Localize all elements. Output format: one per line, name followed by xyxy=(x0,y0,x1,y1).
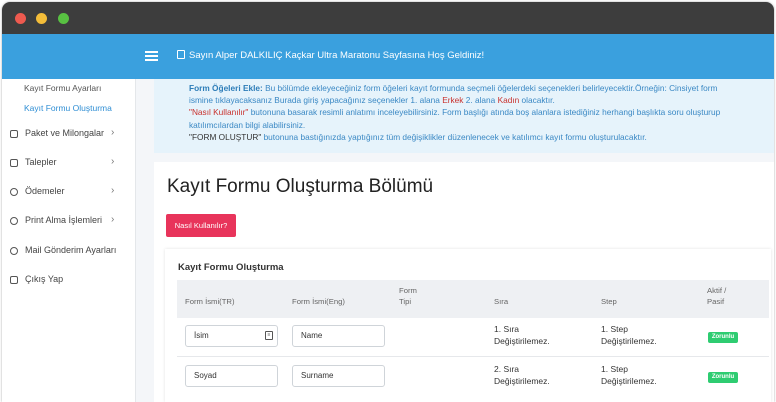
sidebar-item-print[interactable]: Print Alma İşlemleri › xyxy=(10,214,128,229)
input-value: Surname xyxy=(301,371,334,380)
info-highlight: Kadın xyxy=(497,95,520,106)
gear-icon xyxy=(10,247,18,255)
window-titlebar xyxy=(2,2,774,34)
close-window-button[interactable] xyxy=(15,13,26,24)
header-type-2: Tipi xyxy=(399,297,412,306)
header-active-2: Pasif xyxy=(707,297,725,306)
sidebar-item-label: Talepler xyxy=(25,157,57,167)
app-window: Sayın Alper DALKILIÇ Kaçkar Ultra Marato… xyxy=(2,2,774,402)
request-icon xyxy=(10,159,18,167)
sidebar-subitem-form-settings[interactable]: Kayıt Formu Ayarları xyxy=(24,83,101,93)
header-name-tr: Form İsmi(TR) xyxy=(185,297,235,306)
order-cell: 2. Sıra Değiştirilemez. xyxy=(494,364,550,387)
info-text: ismine tıklayacaksanız Burada giriş yapa… xyxy=(189,95,443,106)
globe-icon xyxy=(10,217,18,225)
header-order: Sıra xyxy=(494,297,509,306)
form-name-tr-input[interactable]: İsim ≡ xyxy=(185,325,278,347)
chevron-right-icon: › xyxy=(111,127,115,138)
order-line: 1. Sıra xyxy=(494,324,520,334)
chevron-right-icon: › xyxy=(111,185,115,196)
form-name-en-input[interactable]: Name xyxy=(292,325,385,347)
input-value: Name xyxy=(301,331,323,340)
top-header: Sayın Alper DALKILIÇ Kaçkar Ultra Marato… xyxy=(2,34,774,79)
document-icon xyxy=(177,50,185,59)
info-title: Form Öğeleri Ekle: xyxy=(189,83,263,93)
minimize-window-button[interactable] xyxy=(36,13,47,24)
main-card: Kayıt Formu Oluşturma Bölümü Nasıl Kulla… xyxy=(154,162,774,402)
chevron-right-icon: › xyxy=(111,156,115,167)
sidebar-item-label: Ödemeler xyxy=(25,186,65,196)
header-step: Step xyxy=(601,297,617,306)
input-value: İsim xyxy=(194,331,209,340)
sidebar-item-label: Çıkış Yap xyxy=(25,274,64,284)
step-line: 1. Step xyxy=(601,324,628,334)
sidebar-item-label: Mail Gönderim Ayarları xyxy=(25,245,117,255)
input-value: Soyad xyxy=(194,371,217,380)
step-note: Değiştirilemez. xyxy=(601,375,657,386)
sidebar-item-logout[interactable]: Çıkış Yap xyxy=(10,274,128,288)
sidebar-item-requests[interactable]: Talepler › xyxy=(10,156,128,171)
maximize-window-button[interactable] xyxy=(58,13,69,24)
sidebar-item-label: Paket ve Milongalar xyxy=(25,128,105,138)
info-text: butonuna basarak resimli anlatımı incele… xyxy=(248,107,721,118)
panel-title: Kayıt Formu Oluşturma xyxy=(178,262,284,273)
form-builder-panel: Kayıt Formu Oluşturma Form İsmi(TR) Form… xyxy=(165,249,771,402)
form-name-tr-input[interactable]: Soyad xyxy=(185,365,278,387)
step-line: 1. Step xyxy=(601,364,628,374)
chevron-right-icon: › xyxy=(111,214,115,225)
info-text: Bu bölümde ekleyeceğiniz form öğeleri ka… xyxy=(262,83,718,93)
coin-icon xyxy=(10,188,18,196)
step-cell: 1. Step Değiştirilemez. xyxy=(601,324,657,347)
form-name-en-input[interactable]: Surname xyxy=(292,365,385,387)
box-icon xyxy=(10,130,18,138)
info-box: Form Öğeleri Ekle: Bu bölümde ekleyeceği… xyxy=(154,79,774,153)
info-highlight: "FORM OLUŞTUR" xyxy=(189,131,262,142)
required-badge: Zorunlu xyxy=(708,332,738,343)
sidebar: Kayıt Formu Ayarları Kayıt Formu Oluştur… xyxy=(2,79,136,402)
sidebar-item-packages[interactable]: Paket ve Milongalar › xyxy=(10,127,128,142)
sidebar-subitem-form-create[interactable]: Kayıt Formu Oluşturma xyxy=(24,103,112,113)
welcome-text: Sayın Alper DALKILIÇ Kaçkar Ultra Marato… xyxy=(189,50,485,61)
welcome-message: Sayın Alper DALKILIÇ Kaçkar Ultra Marato… xyxy=(177,50,484,61)
sidebar-item-mail-settings[interactable]: Mail Gönderim Ayarları xyxy=(10,245,128,259)
order-note: Değiştirilemez. xyxy=(494,375,550,386)
how-to-use-button[interactable]: Nasıl Kullanılır? xyxy=(166,214,236,237)
header-type-1: Form xyxy=(399,286,417,295)
table-header: Form İsmi(TR) Form İsmi(Eng) Form Tipi S… xyxy=(177,280,769,318)
order-line: 2. Sıra xyxy=(494,364,520,374)
info-text: butonuna bastığınızda yaptığınız tüm değ… xyxy=(261,131,647,142)
logout-icon xyxy=(10,276,18,284)
header-name-en: Form İsmi(Eng) xyxy=(292,297,345,306)
info-text: olacaktır. xyxy=(519,95,555,106)
required-badge: Zorunlu xyxy=(708,372,738,383)
order-cell: 1. Sıra Değiştirilemez. xyxy=(494,324,550,347)
step-cell: 1. Step Değiştirilemez. xyxy=(601,364,657,387)
row-divider xyxy=(177,356,769,357)
info-highlight: "Nasıl Kullanılır" xyxy=(189,107,249,118)
header-active-1: Aktif / xyxy=(707,286,727,295)
step-note: Değiştirilemez. xyxy=(601,335,657,346)
info-text: katılımcılardan bilgi alabilirsiniz. xyxy=(189,119,306,130)
order-note: Değiştirilemez. xyxy=(494,335,550,346)
sidebar-item-label: Print Alma İşlemleri xyxy=(25,215,103,225)
page-title: Kayıt Formu Oluşturma Bölümü xyxy=(167,176,434,197)
info-text: 2. alana xyxy=(463,95,498,106)
info-highlight: Erkek xyxy=(442,95,464,106)
sidebar-item-payments[interactable]: Ödemeler › xyxy=(10,185,128,200)
id-card-icon: ≡ xyxy=(265,331,273,340)
hamburger-menu-icon[interactable] xyxy=(145,51,158,61)
